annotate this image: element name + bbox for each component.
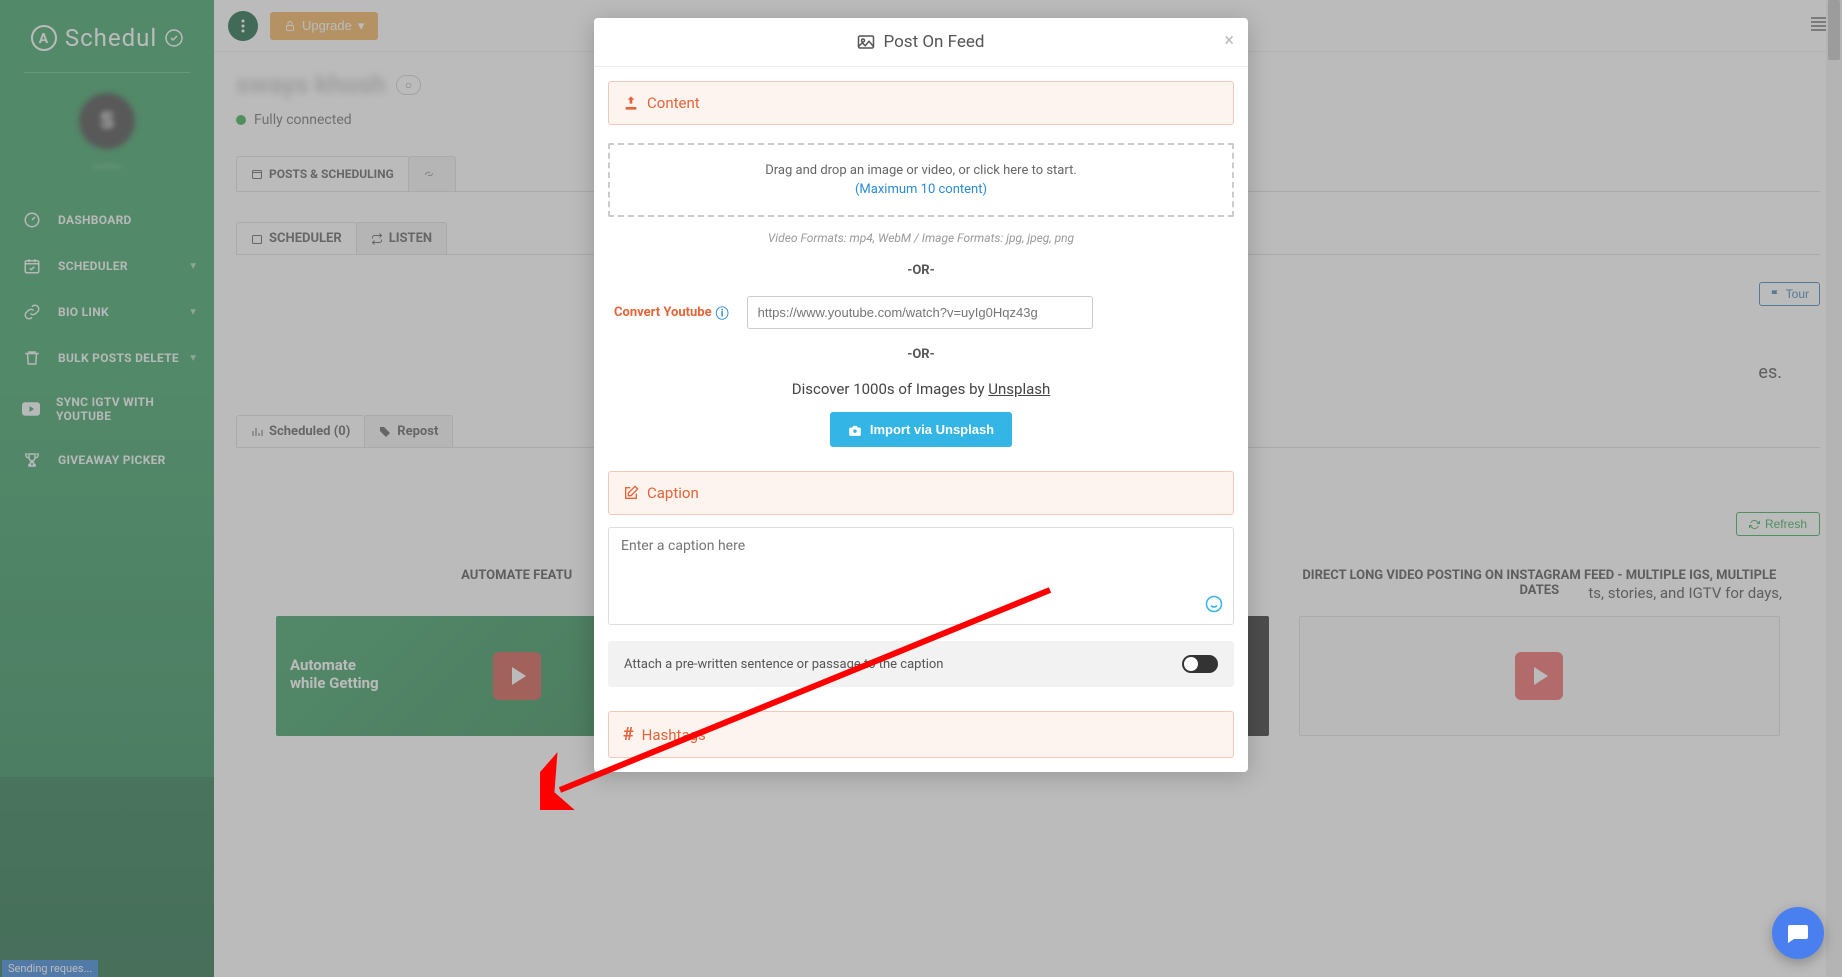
dropzone-text: Drag and drop an image or video, or clic… — [622, 163, 1220, 178]
attach-text: Attach a pre-written sentence or passage… — [624, 657, 943, 672]
formats-hint: Video Formats: mp4, WebM / Image Formats… — [608, 231, 1234, 245]
youtube-label: Convert Youtube ⓘ — [614, 303, 729, 322]
unsplash-row: Discover 1000s of Images by Unsplash — [608, 380, 1234, 398]
camera-icon — [848, 424, 862, 436]
caption-area — [608, 527, 1234, 625]
section-caption-header: Caption — [608, 471, 1234, 515]
attach-toggle[interactable] — [1182, 655, 1218, 673]
section-content-header: Content — [608, 81, 1234, 125]
section-label: Content — [647, 94, 700, 112]
image-icon — [857, 34, 875, 50]
info-icon[interactable]: ⓘ — [716, 303, 729, 322]
upload-icon — [623, 95, 639, 111]
chat-icon — [1786, 921, 1810, 945]
modal-overlay: Post On Feed × Content Drag and drop an … — [0, 0, 1842, 977]
caption-input[interactable] — [621, 538, 1221, 598]
edit-icon — [623, 485, 639, 501]
import-unsplash-button[interactable]: Import via Unsplash — [830, 412, 1012, 447]
modal-title: Post On Feed — [883, 32, 984, 52]
section-label: Caption — [647, 484, 699, 502]
chat-fab[interactable] — [1772, 907, 1824, 959]
dropzone-subtext: (Maximum 10 content) — [622, 182, 1220, 197]
hash-icon: # — [623, 724, 634, 745]
modal-post-on-feed: Post On Feed × Content Drag and drop an … — [594, 18, 1248, 772]
import-label: Import via Unsplash — [870, 422, 994, 437]
or-divider: -OR- — [608, 263, 1234, 278]
youtube-convert-row: Convert Youtube ⓘ — [608, 296, 1234, 329]
modal-header: Post On Feed × — [594, 18, 1248, 67]
emoji-picker-icon[interactable] — [1205, 595, 1223, 618]
youtube-url-input[interactable] — [747, 296, 1093, 329]
unsplash-link[interactable]: Unsplash — [988, 380, 1050, 398]
section-label: Hashtags — [642, 726, 706, 744]
upload-dropzone[interactable]: Drag and drop an image or video, or clic… — [608, 143, 1234, 217]
section-hashtags-header: # Hashtags — [608, 711, 1234, 758]
attach-prewritten-row: Attach a pre-written sentence or passage… — [608, 641, 1234, 687]
close-icon[interactable]: × — [1224, 30, 1234, 51]
or-divider: -OR- — [608, 347, 1234, 362]
